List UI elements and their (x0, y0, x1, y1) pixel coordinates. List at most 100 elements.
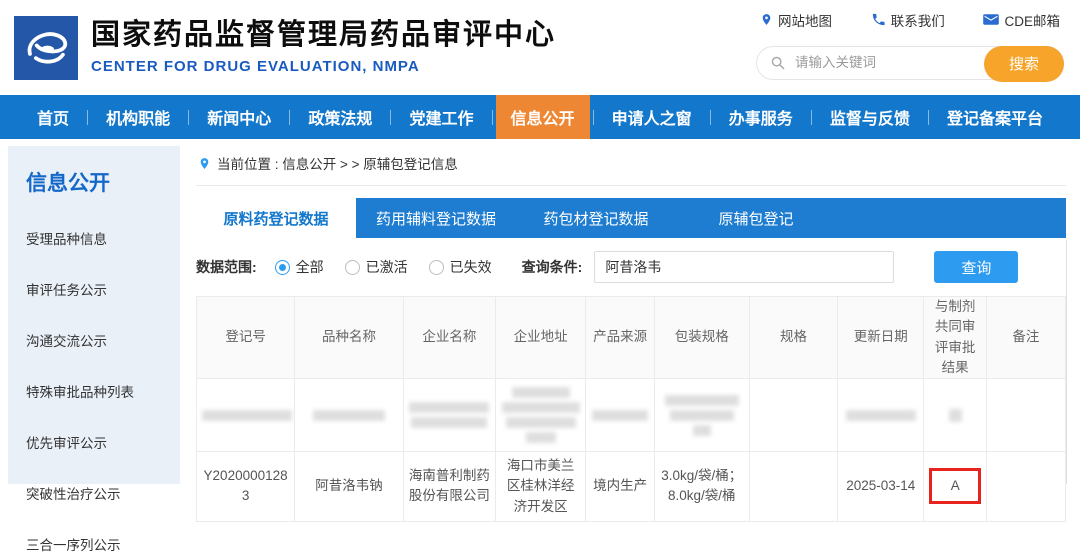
scope-label: 数据范围: (196, 257, 257, 277)
table-header-row: 登记号 品种名称 企业名称 企业地址 产品来源 包装规格 规格 更新日期 与制剂… (197, 297, 1066, 379)
nav-item-applicant-window[interactable]: 申请人之窗 (597, 95, 707, 139)
radio-expired[interactable]: 已失效 (429, 257, 492, 277)
col-variety-name: 品种名称 (295, 297, 404, 379)
table-row-acyclovir-sodium[interactable]: Y20200001283 阿昔洛韦钠 海南普利制药股份有限公司 海口市美兰区桂林… (197, 452, 1066, 522)
cde-logo-swirl-icon (19, 21, 73, 75)
query-condition-label: 查询条件: (522, 257, 583, 277)
cell-redacted (295, 379, 404, 452)
cde-mail-link[interactable]: CDE邮箱 (983, 10, 1060, 30)
col-registration-no: 登记号 (197, 297, 295, 379)
nav-separator (710, 110, 711, 125)
query-button[interactable]: 查询 (934, 251, 1018, 283)
sidebar-item-communication[interactable]: 沟通交流公示 (26, 330, 170, 350)
nav-item-home[interactable]: 首页 (22, 95, 84, 139)
nav-separator (593, 110, 594, 125)
envelope-icon (983, 13, 999, 26)
sidebar-item-special-approval[interactable]: 特殊审批品种列表 (26, 381, 170, 401)
nav-separator (390, 110, 391, 125)
tab-api-registration[interactable]: 原料药登记数据 (196, 198, 356, 238)
sidebar-title: 信息公开 (26, 167, 170, 197)
col-company-name: 企业名称 (403, 297, 495, 379)
sidebar-item-three-in-one[interactable]: 三合一序列公示 (26, 534, 170, 554)
breadcrumb-pin-icon (198, 156, 211, 171)
radio-all-label: 全部 (296, 257, 324, 277)
site-subtitle: CENTER FOR DRUG EVALUATION, NMPA (91, 58, 556, 75)
cell-redacted (749, 379, 838, 452)
nav-item-org[interactable]: 机构职能 (91, 95, 185, 139)
sidebar-item-priority-review[interactable]: 优先审评公示 (26, 432, 170, 452)
main-content: 当前位置 : 信息公开 > > 原辅包登记信息 原料药登记数据 药用辅料登记数据… (180, 139, 1080, 484)
nav-separator (188, 110, 189, 125)
phone-icon (871, 12, 886, 27)
sidebar: 信息公开 受理品种信息 审评任务公示 沟通交流公示 特殊审批品种列表 优先审评公… (8, 146, 180, 484)
main-nav: 首页 机构职能 新闻中心 政策法规 党建工作 信息公开 申请人之窗 办事服务 监… (0, 95, 1080, 139)
nav-item-registration-platform[interactable]: 登记备案平台 (932, 95, 1058, 139)
nav-item-info-disclosure[interactable]: 信息公开 (496, 95, 590, 139)
cell-redacted (924, 379, 987, 452)
nav-separator (87, 110, 88, 125)
cell-redacted (197, 379, 295, 452)
result-value: A (951, 476, 960, 496)
radio-all[interactable]: 全部 (275, 257, 324, 277)
radio-activated-icon[interactable] (345, 260, 360, 275)
radio-all-icon[interactable] (275, 260, 290, 275)
contact-us-link[interactable]: 联系我们 (871, 10, 945, 30)
col-product-origin: 产品来源 (586, 297, 655, 379)
sitemap-link[interactable]: 网站地图 (760, 10, 832, 30)
contact-us-link-label: 联系我们 (891, 10, 945, 30)
radio-activated-label: 已激活 (366, 257, 408, 277)
col-spec: 规格 (749, 297, 838, 379)
cell-redacted (403, 379, 495, 452)
brand-block: 国家药品监督管理局药品审评中心 CENTER FOR DRUG EVALUATI… (91, 20, 556, 76)
cell-redacted (586, 379, 655, 452)
nav-item-party[interactable]: 党建工作 (394, 95, 488, 139)
sidebar-item-accepted-varieties[interactable]: 受理品种信息 (26, 228, 170, 248)
sidebar-item-review-tasks[interactable]: 审评任务公示 (26, 279, 170, 299)
table-row-redacted[interactable] (197, 379, 1066, 452)
nav-separator (289, 110, 290, 125)
red-annotation-box: A (929, 468, 981, 504)
cell-redacted (838, 379, 924, 452)
sitemap-link-label: 网站地图 (778, 10, 832, 30)
data-tabs: 原料药登记数据 药用辅料登记数据 药包材登记数据 原辅包登记 (196, 198, 1066, 238)
header-quick-links: 网站地图 联系我们 CDE邮箱 (756, 10, 1064, 30)
nav-item-services[interactable]: 办事服务 (714, 95, 808, 139)
cell-update-date: 2025-03-14 (838, 452, 924, 522)
cell-spec (749, 452, 838, 522)
query-condition-input[interactable] (594, 251, 894, 283)
breadcrumb-label: 当前位置 : 信息公开 > > 原辅包登记信息 (217, 153, 458, 173)
cell-redacted (654, 379, 749, 452)
site-header: 国家药品监督管理局药品审评中心 CENTER FOR DRUG EVALUATI… (0, 0, 1080, 95)
cde-logo (14, 16, 78, 80)
site-search-button[interactable]: 搜索 (984, 46, 1064, 82)
cell-redacted (495, 379, 585, 452)
cell-packaging-spec: 3.0kg/袋/桶；8.0kg/袋/桶 (654, 452, 749, 522)
cde-mail-link-label: CDE邮箱 (1004, 10, 1060, 30)
tab-excipient-registration[interactable]: 药用辅料登记数据 (356, 198, 516, 238)
radio-activated[interactable]: 已激活 (345, 257, 408, 277)
radio-expired-label: 已失效 (450, 257, 492, 277)
tab-apief-registration[interactable]: 原辅包登记 (676, 198, 836, 238)
registration-table: 登记号 品种名称 企业名称 企业地址 产品来源 包装规格 规格 更新日期 与制剂… (196, 296, 1066, 522)
cell-redacted (986, 379, 1065, 452)
nav-separator (492, 110, 493, 125)
cell-joint-review-result: A (924, 452, 987, 522)
tab-packaging-registration[interactable]: 药包材登记数据 (516, 198, 676, 238)
nav-item-supervision[interactable]: 监督与反馈 (815, 95, 925, 139)
breadcrumb: 当前位置 : 信息公开 > > 原辅包登记信息 (196, 149, 1066, 186)
nav-item-policy[interactable]: 政策法规 (293, 95, 387, 139)
cell-product-origin: 境内生产 (586, 452, 655, 522)
sidebar-item-breakthrough-therapy[interactable]: 突破性治疗公示 (26, 483, 170, 503)
nav-item-news[interactable]: 新闻中心 (192, 95, 286, 139)
cell-variety-name: 阿昔洛韦钠 (295, 452, 404, 522)
col-update-date: 更新日期 (838, 297, 924, 379)
nav-separator (811, 110, 812, 125)
cell-remarks (986, 452, 1065, 522)
col-remarks: 备注 (986, 297, 1065, 379)
cell-company-address: 海口市美兰区桂林洋经济开发区 (495, 452, 585, 522)
search-icon (770, 55, 786, 71)
location-pin-icon (760, 12, 773, 27)
site-search-input[interactable] (793, 54, 963, 71)
radio-expired-icon[interactable] (429, 260, 444, 275)
cell-registration-no: Y20200001283 (197, 452, 295, 522)
